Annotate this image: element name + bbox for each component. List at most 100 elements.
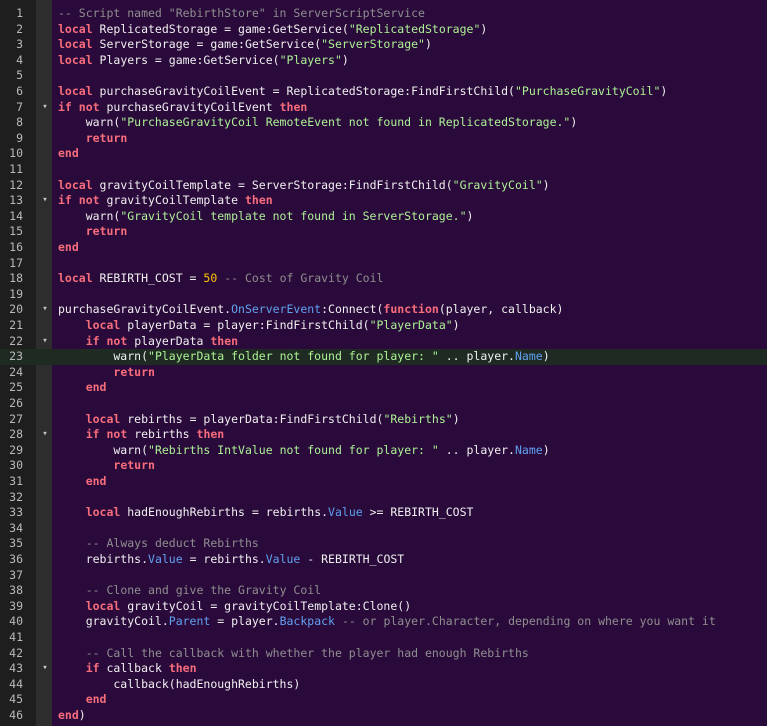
code-line[interactable]: 46 end) (0, 708, 767, 724)
code-text: end (58, 380, 107, 396)
code-token: ) (542, 442, 550, 457)
code-line[interactable]: 22 ▾ if not playerData then (0, 334, 767, 350)
code-line[interactable]: 23 warn("PlayerData folder not found for… (0, 349, 767, 365)
code-token: return (113, 458, 155, 473)
code-token: "PurchaseGravityCoil RemoteEvent not fou… (120, 115, 571, 130)
code-line[interactable]: 41 (0, 630, 767, 646)
code-line[interactable]: 14 warn("GravityCoil template not found … (0, 209, 767, 225)
line-number: 35 (9, 536, 23, 551)
code-token: ) (570, 115, 578, 130)
code-line[interactable]: 7 ▾ if not purchaseGravityCoilEvent then (0, 100, 767, 116)
code-line[interactable]: 11 (0, 162, 767, 178)
code-token: "PlayerData folder not found for player:… (148, 349, 439, 364)
fold-toggle-icon[interactable]: ▾ (40, 661, 50, 677)
code-text: local gravityCoilTemplate = ServerStorag… (58, 178, 550, 194)
code-line[interactable]: 27 local rebirths = playerData:FindFirst… (0, 412, 767, 428)
code-line[interactable]: 2 local ReplicatedStorage = game:GetServi… (0, 22, 767, 38)
code-token: -- Script named "RebirthStore" in Server… (58, 6, 425, 20)
code-line[interactable]: 37 (0, 568, 767, 584)
code-text: warn("PlayerData folder not found for pl… (58, 349, 549, 365)
code-line[interactable]: 36 rebirths.Value = rebirths.Value - REB… (0, 552, 767, 568)
code-editor[interactable]: 1 -- Script named "RebirthStore" in Serve… (0, 0, 767, 726)
line-number: 19 (9, 286, 23, 301)
code-line[interactable]: 40 gravityCoil.Parent = player.Backpack … (0, 614, 767, 630)
code-line[interactable]: 19 (0, 287, 767, 303)
code-line[interactable]: 20 ▾ purchaseGravityCoilEvent.OnServerEven… (0, 302, 767, 318)
code-line[interactable]: 45 end (0, 692, 767, 708)
code-token: gravityCoilTemplate (99, 193, 245, 208)
code-line[interactable]: 10 end (0, 146, 767, 162)
code-line[interactable]: 29 warn("Rebirths IntValue not found for… (0, 443, 767, 459)
code-line[interactable]: 9 return (0, 131, 767, 147)
code-token: "PlayerData" (369, 318, 453, 332)
code-line[interactable]: 30 return (0, 458, 767, 474)
code-line[interactable]: 26 (0, 396, 767, 412)
code-text: end (58, 146, 79, 162)
code-line[interactable]: 4 local Players = game:GetService("Player… (0, 53, 767, 69)
code-token: rebirths = playerData:FindFirstChild( (120, 411, 384, 426)
code-text: return (58, 131, 128, 147)
code-token: rebirths (127, 427, 197, 442)
code-line[interactable]: 18 local REBIRTH_COST = 50 -- Cost of Gra… (0, 271, 767, 287)
line-number: 26 (9, 396, 23, 410)
code-line[interactable]: 13 ▾ if not gravityCoilTemplate then (0, 193, 767, 209)
code-line[interactable]: 34 (0, 521, 767, 537)
fold-toggle-icon[interactable]: ▾ (40, 334, 50, 350)
line-number: 34 (9, 520, 23, 535)
code-token: Parent (168, 614, 211, 629)
code-line[interactable]: 17 (0, 256, 767, 272)
fold-toggle-icon[interactable]: ▾ (40, 302, 50, 318)
code-line[interactable]: 12 local gravityCoilTemplate = ServerStor… (0, 178, 767, 194)
code-line[interactable]: 3 local ServerStorage = game:GetService("… (0, 37, 767, 53)
code-line[interactable]: 32 (0, 490, 767, 506)
line-number: 12 (9, 177, 23, 192)
code-text: if not purchaseGravityCoilEvent then (58, 100, 307, 116)
code-token: :GetService( (265, 21, 349, 36)
code-line[interactable]: 15 return (0, 224, 767, 240)
code-line[interactable]: 16 end (0, 240, 767, 256)
line-number: 10 (9, 146, 23, 161)
code-token: local (58, 37, 93, 52)
fold-toggle-icon[interactable]: ▾ (40, 427, 50, 443)
code-token: -- Always deduct Rebirths (85, 536, 259, 551)
code-line[interactable]: 1 -- Script named "RebirthStore" in Serve… (0, 6, 767, 22)
code-line[interactable]: 28 ▾ if not rebirths then (0, 427, 767, 443)
code-line[interactable]: 43 ▾ if callback then (0, 661, 767, 677)
code-line[interactable]: 5 (0, 68, 767, 84)
code-token: end (58, 146, 79, 161)
code-line[interactable]: 25 end (0, 380, 767, 396)
code-line[interactable]: 6 local purchaseGravityCoilEvent = Replic… (0, 84, 767, 100)
code-line[interactable]: 21 local playerData = player:FindFirstCh… (0, 318, 767, 334)
code-token: local (85, 598, 121, 613)
code-line[interactable]: 24 return (0, 365, 767, 381)
code-line[interactable]: 35 -- Always deduct Rebirths (0, 536, 767, 552)
code-text: local rebirths = playerData:FindFirstChi… (58, 412, 460, 428)
code-token: then (196, 427, 225, 442)
code-line[interactable]: 42 -- Call the callback with whether the… (0, 646, 767, 662)
code-token: >= REBIRTH_COST (362, 505, 474, 520)
code-line[interactable]: 39 local gravityCoil = gravityCoilTempla… (0, 599, 767, 615)
code-line[interactable]: 44 callback(hadEnoughRebirths) (0, 677, 767, 693)
line-number: 8 (16, 115, 23, 130)
fold-toggle-icon[interactable]: ▾ (40, 100, 50, 116)
line-number: 6 (16, 84, 23, 98)
code-token: "GravityCoil" (452, 177, 543, 192)
code-token: if (85, 427, 100, 442)
code-text: end (58, 474, 107, 490)
code-token: ) (466, 208, 474, 223)
code-token: playerData = player:FindFirstChild( (120, 318, 370, 332)
code-line[interactable]: 38 -- Clone and give the Gravity Coil (0, 583, 767, 599)
code-line[interactable]: 8 warn("PurchaseGravityCoil RemoteEvent … (0, 115, 767, 131)
code-line[interactable]: 31 end (0, 474, 767, 490)
code-token: return (85, 224, 128, 239)
fold-toggle-icon[interactable]: ▾ (40, 193, 50, 209)
code-line[interactable]: 33 local hadEnoughRebirths = rebirths.Va… (0, 505, 767, 521)
code-token: -- Call the callback with whether the pl… (85, 645, 529, 660)
line-number: 20 (9, 302, 23, 317)
